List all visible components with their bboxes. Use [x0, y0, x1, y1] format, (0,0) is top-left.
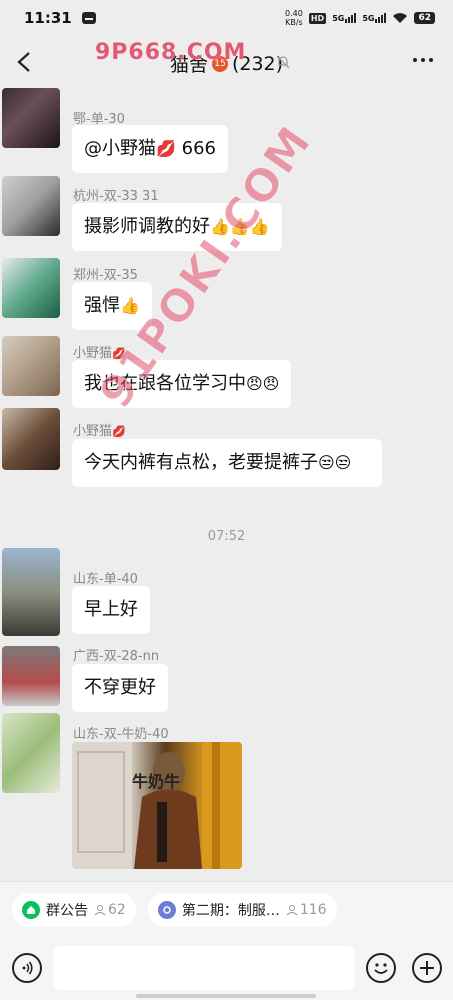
avatar[interactable]	[2, 408, 60, 470]
sender-name: 广西-双-28-nn	[73, 649, 160, 664]
thumbs-up-emoji-icon: 👍👍👍	[210, 217, 270, 236]
message-bubble[interactable]: 我也在跟各位学习中😠😠	[72, 360, 292, 408]
message-notification-icon	[81, 12, 96, 24]
home-indicator[interactable]	[136, 994, 316, 998]
notice-icon	[22, 900, 40, 919]
group-notice-chip[interactable]: 群公告 62	[12, 892, 136, 927]
message-text: @小野猫	[84, 138, 156, 159]
sender-name: 郑州-双-35	[73, 268, 138, 283]
sender-name: 山东-单-40	[73, 572, 138, 587]
avatar[interactable]	[2, 646, 60, 706]
more-functions-button[interactable]	[412, 953, 442, 983]
avatar[interactable]	[2, 88, 60, 148]
thumbs-up-emoji-icon: 👍	[120, 296, 140, 315]
message-bubble[interactable]: 今天内裤有点松，老要提裤子😒😒	[72, 439, 382, 487]
photo-caption: 牛奶牛	[132, 772, 181, 791]
avatar[interactable]	[2, 713, 60, 793]
net-speed-unit: KB/s	[285, 18, 303, 27]
more-options-button[interactable]	[413, 58, 433, 62]
mute-bell-icon	[276, 54, 290, 73]
sig1-label: 5G	[332, 14, 345, 23]
avatar[interactable]	[2, 548, 60, 636]
status-time: 11:31	[24, 9, 72, 27]
topic-count: 116	[286, 902, 327, 918]
net-speed: 0.40 KB/s	[285, 9, 303, 27]
message-bubble[interactable]: 强悍👍	[72, 282, 152, 330]
avatar[interactable]	[2, 258, 60, 318]
topic-icon	[157, 900, 176, 919]
voice-button[interactable]	[12, 953, 42, 983]
voice-wave-icon	[22, 961, 33, 975]
photo-content	[72, 742, 242, 869]
kiss-emoji-icon: 💋	[156, 139, 176, 158]
message-bubble[interactable]: 早上好	[72, 586, 150, 634]
message-bubble[interactable]: 不穿更好	[72, 664, 168, 712]
message-text: 我也在跟各位学习中	[84, 373, 246, 394]
message-input[interactable]	[54, 946, 354, 990]
emoji-button[interactable]	[366, 953, 396, 983]
sender-name: 山东-双-牛奶-40	[73, 727, 169, 742]
signal-5g-icon-1: 5G	[332, 13, 357, 23]
person-icon	[286, 904, 298, 915]
message-text: 今天内裤有点松，老要提裤子	[84, 452, 318, 473]
signal-5g-icon-2: 5G	[362, 13, 387, 23]
message-bubble[interactable]: @小野猫💋 666	[72, 125, 228, 173]
pinned-bar: 群公告 62 第二期：制服… 116	[0, 881, 453, 937]
angry-emoji-icon: 😠😠	[246, 374, 280, 393]
message-suffix: 666	[175, 138, 216, 159]
topic-label: 第二期：制服…	[181, 902, 280, 919]
message-text: 不穿更好	[84, 677, 156, 698]
avatar[interactable]	[2, 176, 60, 236]
status-bar: 11:31 0.40 KB/s HD 5G 5G 62	[0, 0, 453, 36]
sender-name-text: 小野猫	[73, 424, 113, 439]
avatar[interactable]	[2, 336, 60, 396]
battery-icon: 62	[414, 12, 435, 24]
hd-icon: HD	[308, 12, 327, 24]
sender-name: 小野猫💋	[73, 420, 126, 439]
time-separator: 07:52	[207, 529, 246, 544]
input-bar	[0, 937, 453, 1000]
topic-count-value: 116	[299, 901, 327, 918]
message-text: 强悍	[84, 295, 120, 316]
image-message[interactable]: 牛奶牛	[72, 742, 242, 869]
sender-name: 小野猫💋	[73, 342, 126, 361]
sender-name-text: 小野猫	[73, 346, 113, 361]
plus-icon	[420, 961, 434, 975]
message-text: 早上好	[84, 599, 138, 620]
notice-label: 群公告	[46, 902, 88, 919]
person-icon	[94, 904, 106, 915]
sig2-label: 5G	[362, 14, 375, 23]
kiss-emoji-icon: 💋	[112, 425, 126, 438]
unamused-emoji-icon: 😒😒	[318, 453, 352, 472]
second-topic-chip[interactable]: 第二期：制服… 116	[147, 892, 337, 927]
kiss-emoji-icon: 💋	[112, 347, 126, 360]
notice-count: 62	[94, 902, 126, 918]
message-bubble[interactable]: 摄影师调教的好👍👍👍	[72, 203, 282, 251]
smiley-icon	[374, 963, 388, 974]
net-speed-value: 0.40	[285, 9, 303, 18]
message-text: 摄影师调教的好	[84, 216, 210, 237]
watermark-top: 9P668.COM	[95, 40, 247, 65]
notice-count-value: 62	[108, 901, 126, 918]
chat-messages[interactable]: 鄂-单-30 @小野猫💋 666 杭州-双-33 31 摄影师调教的好👍👍👍 郑…	[0, 88, 453, 881]
sender-name: 杭州-双-33 31	[73, 189, 159, 204]
wifi-icon	[392, 12, 408, 24]
